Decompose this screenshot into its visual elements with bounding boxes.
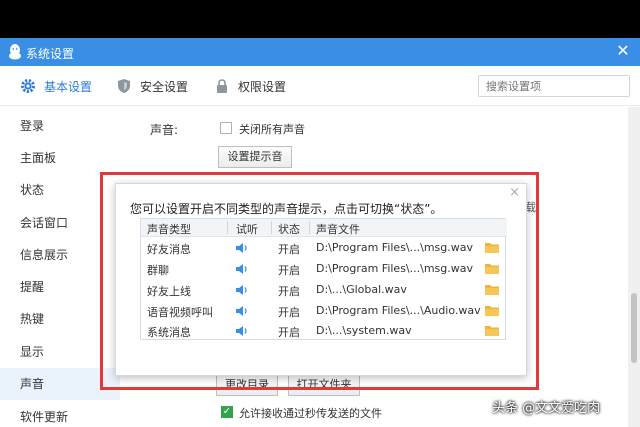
mute-all-checkbox[interactable] xyxy=(220,122,232,134)
sound-file: D:\Program Files\...\msg.wav xyxy=(316,241,474,254)
dialog-description: 您可以设置开启不同类型的声音提示，点击可切换“状态”。 xyxy=(130,202,443,216)
tab-permission-settings-label: 权限设置 xyxy=(238,79,287,94)
sidebar-item-software-update[interactable]: 软件更新 xyxy=(0,401,120,427)
table-row[interactable]: 好友上线 开启 D:\...\Global.wav xyxy=(141,279,507,300)
tab-basic-settings-label: 基本设置 xyxy=(44,79,93,94)
watermark: 头条 @文文爱吃肉 xyxy=(492,401,601,416)
sound-label: 声音: xyxy=(150,123,179,137)
folder-icon[interactable] xyxy=(485,262,499,274)
col-divider xyxy=(309,221,310,234)
sound-type: 好友上线 xyxy=(147,285,191,298)
speaker-icon[interactable] xyxy=(235,242,249,254)
sound-status[interactable]: 开启 xyxy=(278,262,300,278)
sound-status[interactable]: 开启 xyxy=(278,241,300,257)
table-row[interactable]: 好友消息 开启 D:\Program Files\...\msg.wav xyxy=(141,237,507,258)
shield-icon xyxy=(118,79,130,93)
search-input[interactable] xyxy=(479,76,629,96)
sound-file: D:\...\Global.wav xyxy=(316,283,407,296)
sound-table: 声音类型 试听 状态 声音文件 好友消息 开启 D:\Program Files… xyxy=(140,218,507,341)
dialog-close-button[interactable]: × xyxy=(509,185,520,200)
sound-status[interactable]: 开启 xyxy=(278,304,300,320)
search-box[interactable] xyxy=(478,75,630,97)
sound-type: 系统消息 xyxy=(147,326,191,339)
col-divider xyxy=(227,221,228,234)
sound-file: D:\Program Files\...\Audio.wav xyxy=(316,304,481,317)
sound-type: 群聊 xyxy=(147,264,169,277)
sidebar-item-main-panel[interactable]: 主面板 xyxy=(0,142,120,174)
speaker-icon[interactable] xyxy=(235,263,249,275)
col-status: 状态 xyxy=(278,223,300,236)
speaker-icon[interactable] xyxy=(235,325,249,337)
lock-icon xyxy=(217,79,227,93)
table-row[interactable]: 系统消息 开启 D:\...\system.wav xyxy=(141,320,507,341)
allow-receive-label: 允许接收通过秒传发送的文件 xyxy=(239,407,382,420)
tab-security-settings-label: 安全设置 xyxy=(140,79,189,94)
title-bar: 系统设置 ✕ xyxy=(0,38,640,66)
tab-basic-settings[interactable]: 基本设置 xyxy=(20,76,92,96)
sound-table-header: 声音类型 试听 状态 声音文件 xyxy=(141,219,507,237)
folder-icon[interactable] xyxy=(485,304,499,316)
sound-file: D:\Program Files\...\msg.wav xyxy=(316,262,474,275)
sound-file: D:\...\system.wav xyxy=(316,324,412,337)
speaker-icon[interactable] xyxy=(235,284,249,296)
scrollbar-thumb[interactable] xyxy=(631,293,637,363)
folder-icon[interactable] xyxy=(485,324,499,336)
folder-icon[interactable] xyxy=(485,283,499,295)
col-divider xyxy=(271,221,272,234)
gear-icon xyxy=(21,79,35,93)
window-title: 系统设置 xyxy=(26,47,75,61)
tab-bar: 基本设置 安全设置 权限设置 xyxy=(0,66,640,106)
scrollbar-track[interactable] xyxy=(628,107,640,427)
allow-receive-checkbox[interactable]: ✓ xyxy=(221,406,233,418)
sound-type: 语音视频呼叫 xyxy=(147,306,213,319)
col-sound-file: 声音文件 xyxy=(316,223,360,236)
mute-all-label: 关闭所有声音 xyxy=(239,123,305,136)
qq-penguin-icon xyxy=(9,44,21,60)
sound-type: 好友消息 xyxy=(147,243,191,256)
table-row[interactable]: 群聊 开启 D:\Program Files\...\msg.wav xyxy=(141,258,507,279)
window-close-button[interactable]: ✕ xyxy=(614,42,632,60)
speaker-icon[interactable] xyxy=(235,305,249,317)
tab-permission-settings[interactable]: 权限设置 xyxy=(214,76,286,96)
col-sound-type: 声音类型 xyxy=(147,223,191,236)
top-black-band xyxy=(0,0,640,38)
sound-tip-dialog: × 您可以设置开启不同类型的声音提示，点击可切换“状态”。 声音类型 试听 状态… xyxy=(115,183,527,376)
table-row[interactable]: 语音视频呼叫 开启 D:\Program Files\...\Audio.wav xyxy=(141,300,507,321)
folder-icon[interactable] xyxy=(485,241,499,253)
sound-status[interactable]: 开启 xyxy=(278,283,300,299)
sound-status[interactable]: 开启 xyxy=(278,324,300,340)
sidebar-item-login[interactable]: 登录 xyxy=(0,110,120,142)
col-preview: 试听 xyxy=(236,223,258,236)
set-tone-button[interactable]: 设置提示音 xyxy=(218,146,292,168)
tab-security-settings[interactable]: 安全设置 xyxy=(116,76,188,96)
